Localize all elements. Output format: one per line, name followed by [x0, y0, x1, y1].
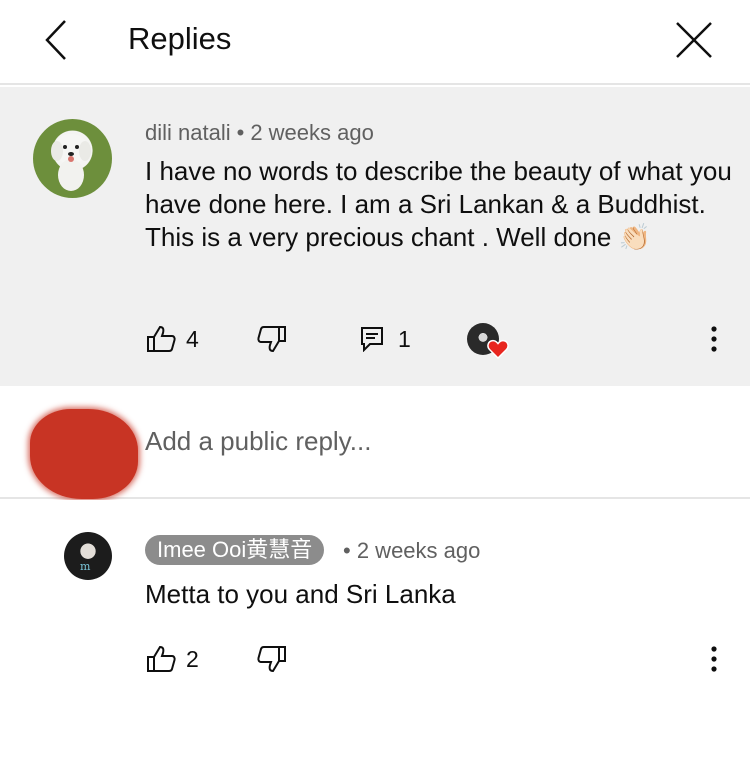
- avatar[interactable]: [33, 119, 112, 198]
- comment-actions: 4 1: [0, 319, 750, 359]
- more-options-button[interactable]: [700, 639, 728, 679]
- more-options-button[interactable]: [700, 319, 728, 359]
- thumbs-down-icon: [257, 646, 286, 673]
- heart-icon: [487, 339, 509, 359]
- like-button[interactable]: 2: [146, 639, 199, 679]
- thumbs-up-icon: [147, 325, 176, 352]
- reply-meta: • 2 weeks ago: [343, 537, 480, 565]
- dislike-button[interactable]: [257, 639, 287, 679]
- creator-heart-badge: [467, 323, 509, 359]
- comment-meta: dili natali • 2 weeks ago: [145, 119, 374, 147]
- meta-separator: •: [343, 538, 351, 563]
- comment-text: I have no words to describe the beauty o…: [145, 155, 735, 254]
- redacted-avatar: [30, 409, 138, 499]
- close-button[interactable]: [672, 16, 716, 64]
- thumbs-up-icon: [147, 645, 176, 672]
- like-count: 4: [186, 325, 199, 352]
- page-title: Replies: [128, 21, 232, 56]
- dislike-button[interactable]: [257, 319, 287, 359]
- close-icon: [676, 22, 712, 58]
- dog-photo-icon: [51, 134, 91, 191]
- creator-author-badge[interactable]: Imee Ooi黄慧音: [145, 535, 325, 565]
- comment-timestamp: 2 weeks ago: [250, 120, 374, 145]
- avatar[interactable]: m: [64, 532, 112, 580]
- reply-actions: 2: [0, 639, 750, 679]
- thumbs-down-icon: [257, 326, 286, 353]
- like-button[interactable]: 4: [146, 319, 199, 359]
- like-count: 2: [186, 645, 199, 672]
- clapping-hands-emoji: 👏🏻: [618, 222, 651, 252]
- parent-comment: dili natali • 2 weeks ago I have no words …: [0, 87, 750, 386]
- add-reply-row: Add a public reply...: [0, 387, 750, 499]
- chevron-left-icon: [45, 20, 66, 60]
- more-vertical-icon: [711, 646, 717, 672]
- more-vertical-icon: [711, 326, 717, 352]
- avatar-mark-icon: m: [80, 560, 91, 573]
- reply-comment: m Imee Ooi黄慧音 • 2 weeks ago Metta to you…: [0, 500, 750, 778]
- comment-author[interactable]: dili natali: [145, 120, 231, 145]
- reply-button[interactable]: 1: [360, 319, 411, 359]
- back-button[interactable]: [36, 16, 76, 64]
- comment-icon: [361, 327, 383, 352]
- meta-separator: •: [236, 120, 245, 145]
- app-header: Replies: [0, 0, 750, 85]
- reply-text: Metta to you and Sri Lanka: [145, 579, 456, 609]
- reply-input[interactable]: Add a public reply...: [145, 425, 371, 457]
- reply-timestamp: 2 weeks ago: [356, 538, 481, 563]
- reply-count: 1: [398, 325, 411, 352]
